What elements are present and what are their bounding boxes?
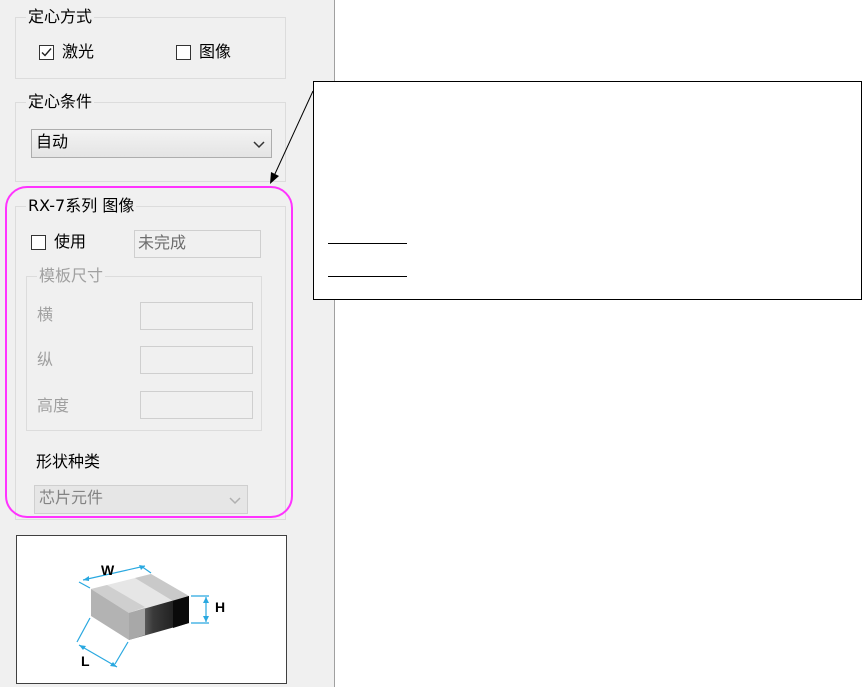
annotation-callout [313, 81, 862, 300]
blank-line-2 [328, 276, 407, 277]
blank-line-1 [328, 243, 407, 244]
